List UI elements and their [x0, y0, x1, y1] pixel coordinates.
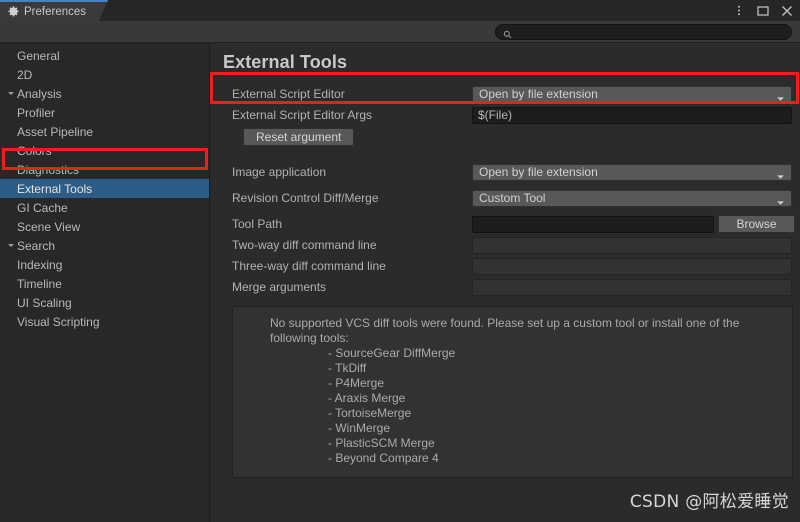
- row-external-script-editor: External Script Editor Open by file exte…: [221, 84, 792, 104]
- label-merge-arguments: Merge arguments: [232, 280, 327, 294]
- sidebar-item-indexing[interactable]: Indexing: [0, 255, 209, 274]
- label-external-script-editor-args: External Script Editor Args: [232, 108, 373, 122]
- kebab-menu-icon[interactable]: [732, 4, 745, 17]
- sidebar-item-label: Analysis: [17, 86, 62, 101]
- helpbox-tool-list: - SourceGear DiffMerge - TkDiff - P4Merge -…: [243, 346, 782, 466]
- sidebar-item-analysis[interactable]: Analysis: [0, 84, 209, 103]
- sidebar-item-search[interactable]: Search: [0, 236, 209, 255]
- preferences-window: Preferences General 2D Analysis Profiler…: [0, 0, 800, 522]
- helpbox-message: No supported VCS diff tools were found. …: [270, 316, 740, 345]
- search-icon: [503, 28, 512, 38]
- sidebar-item-gi-cache[interactable]: GI Cache: [0, 198, 209, 217]
- row-two-way-diff: Two-way diff command line: [221, 235, 792, 255]
- label-tool-path: Tool Path: [232, 217, 283, 231]
- sidebar-item-label: Scene View: [17, 219, 81, 234]
- window-body: General 2D Analysis Profiler Asset Pipeline C…: [0, 43, 800, 522]
- tab-label: Preferences: [24, 5, 87, 18]
- helpbox-tool-item: - TortoiseMerge: [328, 406, 412, 420]
- sidebar-item-label: Timeline: [17, 276, 62, 291]
- external-script-editor-value: Open by file extension: [479, 87, 598, 101]
- tab-preferences[interactable]: Preferences: [0, 0, 108, 21]
- image-application-value: Open by file extension: [479, 165, 598, 179]
- sidebar-item-general[interactable]: General: [0, 46, 209, 65]
- row-three-way-diff: Three-way diff command line: [221, 256, 792, 276]
- revision-control-dropdown[interactable]: Custom Tool: [472, 189, 792, 207]
- sidebar-item-label: Indexing: [17, 257, 63, 272]
- close-icon[interactable]: [780, 4, 793, 17]
- sidebar-item-ui-scaling[interactable]: UI Scaling: [0, 293, 209, 312]
- sidebar-item-label: External Tools: [17, 181, 93, 196]
- label-image-application: Image application: [232, 165, 327, 179]
- label-external-script-editor: External Script Editor: [232, 87, 345, 101]
- tool-path-input[interactable]: [472, 215, 714, 233]
- sidebar-item-label: Diagnostics: [17, 162, 80, 177]
- sidebar-item-label: Profiler: [17, 105, 56, 120]
- sidebar-item-label: Colors: [17, 143, 52, 158]
- vcs-helpbox: No supported VCS diff tools were found. …: [232, 306, 793, 478]
- three-way-diff-input[interactable]: [472, 257, 792, 275]
- sidebar-item-visual-scripting[interactable]: Visual Scripting: [0, 312, 209, 331]
- title-bar: Preferences: [0, 0, 800, 21]
- chevron-down-icon: [776, 195, 785, 205]
- row-merge-arguments: Merge arguments: [221, 277, 792, 297]
- revision-control-value: Custom Tool: [479, 191, 546, 205]
- sidebar-item-colors[interactable]: Colors: [0, 141, 209, 160]
- chevron-down-icon: [776, 169, 785, 179]
- window-controls: [732, 0, 800, 21]
- sidebar-item-scene-view[interactable]: Scene View: [0, 217, 209, 236]
- sidebar-item-label: General: [17, 48, 60, 63]
- sidebar-item-2d[interactable]: 2D: [0, 65, 209, 84]
- helpbox-tool-item: - WinMerge: [328, 421, 391, 435]
- watermark: CSDN @阿松爱睡觉: [629, 492, 789, 512]
- label-three-way-diff: Three-way diff command line: [232, 259, 386, 273]
- chevron-down-icon: [776, 91, 785, 101]
- settings-sidebar: General 2D Analysis Profiler Asset Pipeline C…: [0, 43, 210, 522]
- sidebar-item-diagnostics[interactable]: Diagnostics: [0, 160, 209, 179]
- sidebar-item-label: Search: [17, 238, 56, 253]
- sidebar-item-label: 2D: [17, 67, 33, 82]
- search-input[interactable]: [516, 26, 766, 38]
- chevron-down-icon[interactable]: [4, 91, 17, 96]
- page-title: External Tools: [223, 52, 348, 72]
- chevron-down-icon[interactable]: [4, 243, 17, 248]
- merge-arguments-input[interactable]: [472, 278, 792, 296]
- sidebar-item-timeline[interactable]: Timeline: [0, 274, 209, 293]
- helpbox-tool-item: - PlasticSCM Merge: [328, 436, 435, 450]
- search-bar-strip: [0, 21, 800, 43]
- label-revision-control: Revision Control Diff/Merge: [232, 191, 379, 205]
- sidebar-item-label: Visual Scripting: [17, 314, 100, 329]
- helpbox-tool-item: - Beyond Compare 4: [328, 451, 439, 465]
- maximize-icon[interactable]: [756, 4, 769, 17]
- sidebar-item-label: Asset Pipeline: [17, 124, 94, 139]
- reset-argument-row: Reset argument: [221, 128, 792, 146]
- reset-argument-button[interactable]: Reset argument: [243, 128, 355, 146]
- row-image-application: Image application Open by file extension: [221, 162, 792, 182]
- row-external-script-editor-args: External Script Editor Args $(File): [221, 105, 792, 125]
- sidebar-item-profiler[interactable]: Profiler: [0, 103, 209, 122]
- helpbox-tool-item: - Araxis Merge: [328, 391, 406, 405]
- settings-content-pane: External Tools External Script Editor Op…: [211, 43, 800, 522]
- helpbox-tool-item: - P4Merge: [328, 376, 385, 390]
- sidebar-item-label: GI Cache: [17, 200, 68, 215]
- sidebar-item-external-tools[interactable]: External Tools: [0, 179, 209, 198]
- external-script-editor-args-input[interactable]: $(File): [472, 106, 792, 124]
- helpbox-tool-item: - TkDiff: [328, 361, 367, 375]
- label-two-way-diff: Two-way diff command line: [232, 238, 377, 252]
- external-script-editor-dropdown[interactable]: Open by file extension: [472, 85, 792, 103]
- helpbox-tool-item: - SourceGear DiffMerge: [328, 346, 456, 360]
- two-way-diff-input[interactable]: [472, 236, 792, 254]
- browse-button[interactable]: Browse: [718, 215, 795, 233]
- sidebar-item-asset-pipeline[interactable]: Asset Pipeline: [0, 122, 209, 141]
- gear-icon: [8, 6, 19, 17]
- row-tool-path: Tool Path Browse: [221, 214, 795, 234]
- search-box[interactable]: [495, 24, 792, 40]
- row-revision-control: Revision Control Diff/Merge Custom Tool: [221, 188, 792, 208]
- image-application-dropdown[interactable]: Open by file extension: [472, 163, 792, 181]
- external-script-editor-args-value: $(File): [478, 108, 513, 122]
- sidebar-item-label: UI Scaling: [17, 295, 72, 310]
